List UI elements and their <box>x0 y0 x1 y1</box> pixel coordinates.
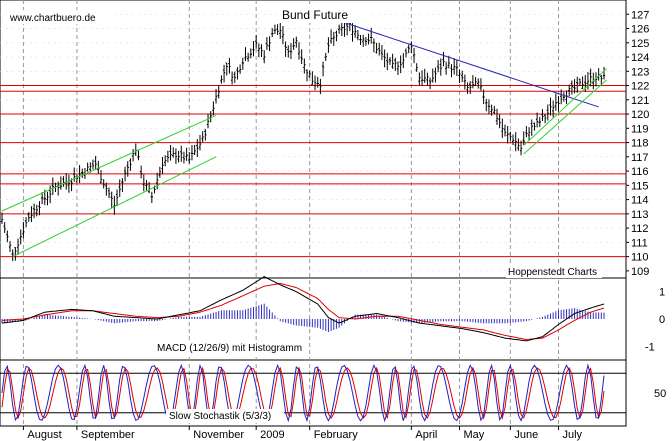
bund-future-chart: 109 110 111 112 113 114 115 116 117 118 119 120 121 1… <box>0 0 672 441</box>
macd-tick-label-1: 1 <box>659 287 665 299</box>
x-tick-label-5: April <box>415 429 437 441</box>
y-tick-label-115: 115 <box>631 180 649 192</box>
macd-tick-label-0: 0 <box>659 314 665 326</box>
x-tick-label-1: September <box>81 429 135 441</box>
y-tick-label-109: 109 <box>631 266 649 278</box>
y-tick-label-124: 124 <box>631 52 649 64</box>
x-tick-label-7: June <box>514 429 538 441</box>
y-tick-label-118: 118 <box>631 138 649 150</box>
y-tick-label-125: 125 <box>631 38 649 50</box>
macd-tick-label--1: -1 <box>645 341 655 353</box>
chart-title: Bund Future <box>282 8 348 22</box>
y-tick-label-127: 127 <box>631 9 649 21</box>
y-tick-label-120: 120 <box>631 109 649 121</box>
y-tick-label-117: 117 <box>631 152 649 164</box>
y-tick-label-122: 122 <box>631 81 649 93</box>
y-tick-label-126: 126 <box>631 24 649 36</box>
stochastic-tick-label-50: 50 <box>654 388 666 400</box>
x-tick-label-2: November <box>193 429 244 441</box>
y-tick-label-113: 113 <box>631 209 649 221</box>
provider-label: Hoppenstedt Charts <box>508 267 597 278</box>
stochastic-label: Slow Stochastik (5/3/3) <box>169 411 271 422</box>
y-tick-label-123: 123 <box>631 66 649 78</box>
y-tick-label-119: 119 <box>631 123 649 135</box>
x-tick-label-0: August <box>27 429 61 441</box>
x-tick-label-4: February <box>314 429 359 441</box>
y-tick-label-116: 116 <box>631 166 649 178</box>
y-tick-label-111: 111 <box>631 237 648 249</box>
y-tick-label-114: 114 <box>631 195 649 207</box>
x-tick-label-3: 2009 <box>260 429 284 441</box>
x-tick-label-8: July <box>563 429 583 441</box>
x-tick-label-6: May <box>464 429 485 441</box>
y-tick-label-121: 121 <box>631 95 649 107</box>
y-tick-label-112: 112 <box>631 223 649 235</box>
y-tick-label-110: 110 <box>631 252 649 264</box>
source-label: www.chartbuero.de <box>9 13 96 24</box>
macd-label: MACD (12/26/9) mit Histogramm <box>157 343 302 354</box>
